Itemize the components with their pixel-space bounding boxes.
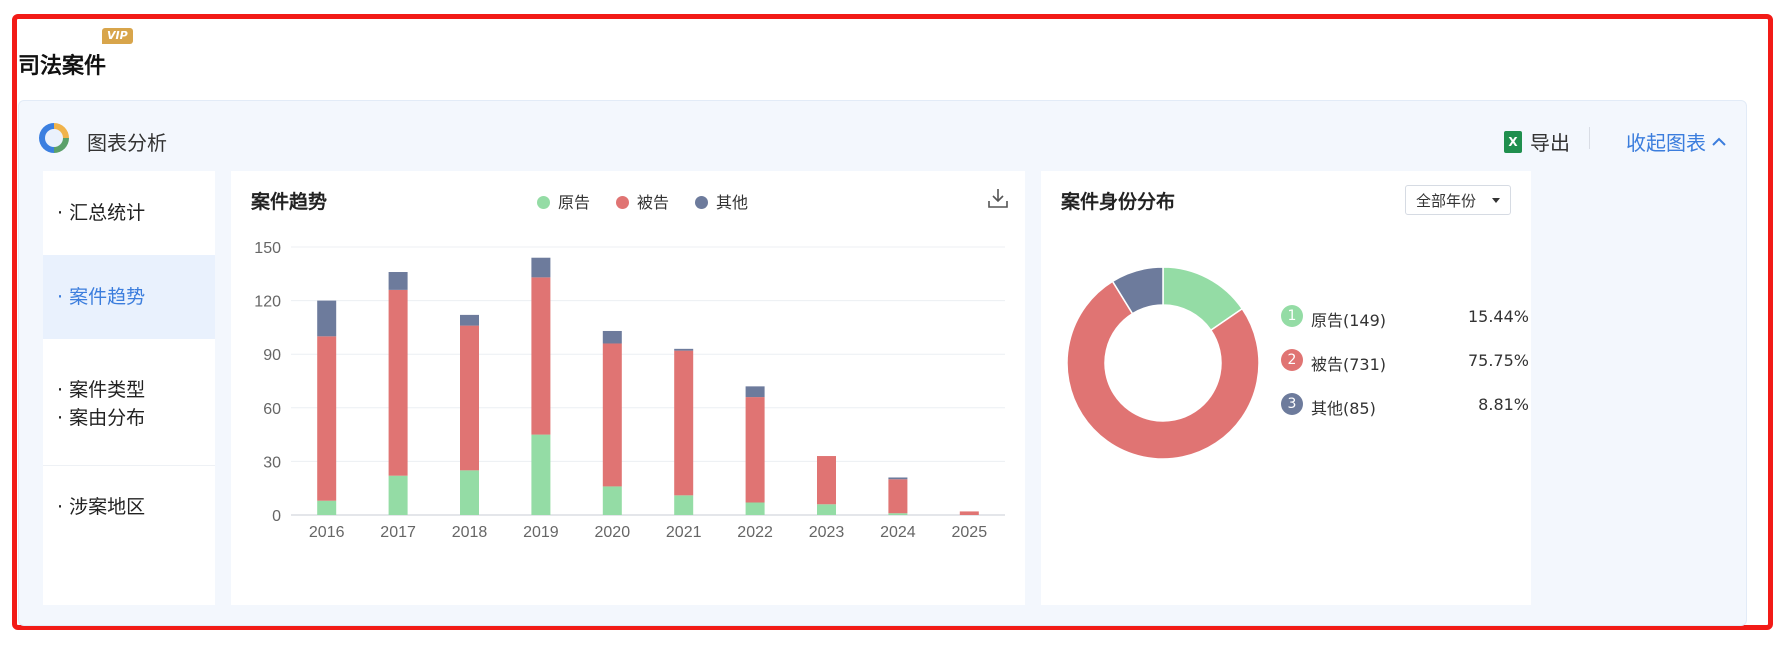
pie-row-percent: 8.81% (1478, 395, 1529, 414)
pie-row-label: 其他(85) (1311, 399, 1376, 418)
identity-chart-title: 案件身份分布 (1061, 191, 1176, 213)
bar-segment (317, 500, 337, 515)
nav-item-cause-distribution[interactable]: · 案由分布 (57, 403, 145, 430)
bar-segment (460, 325, 479, 471)
chart-analysis-panel: 图表分析 X 导出 收起图表 · 汇总统计 · 案件趋势 · 案件类型 · 案由… (18, 100, 1747, 626)
bar-segment (674, 350, 694, 496)
x-tick-label: 2020 (595, 524, 631, 541)
x-tick-label: 2024 (880, 524, 916, 541)
page-title: 司法案件 (18, 54, 107, 79)
bar-segment (460, 314, 479, 326)
bar-segment (388, 289, 408, 476)
identity-chart-card: 案件身份分布 全部年份 1 原告(149) 15.44% 2 被告(731) 7… (1041, 171, 1531, 605)
export-label: 导出 (1530, 131, 1570, 155)
pie-row-percent: 15.44% (1467, 307, 1529, 326)
y-tick-label: 60 (263, 401, 281, 418)
bar-segment (388, 272, 408, 290)
trend-chart-card: 案件趋势 原告 被告 其他 0 30 60 90 120 150 2016 2017 2018 2… (231, 171, 1025, 605)
y-tick-label: 150 (254, 240, 281, 257)
identity-donut-chart (1066, 266, 1260, 460)
y-tick-label: 120 (254, 294, 281, 311)
pie-rank-1-icon: 1 (1281, 305, 1303, 327)
nav-item-type-group: · 案件类型 · 案由分布 (43, 339, 215, 465)
bar-segment (531, 434, 551, 515)
bar-segment (531, 257, 551, 278)
bar-segment (317, 300, 337, 337)
pie-legend-row: 3 其他(85) 8.81% (1281, 393, 1529, 418)
y-tick-label: 90 (263, 347, 281, 364)
bar-segment (817, 504, 836, 515)
bar-segment (602, 330, 622, 344)
bar-segment (674, 495, 694, 515)
bar-segment (531, 277, 551, 435)
header-divider (1589, 127, 1590, 149)
pie-row-percent: 75.75% (1467, 351, 1529, 370)
pie-row-label: 原告(149) (1311, 311, 1387, 330)
x-tick-label: 2018 (452, 524, 488, 541)
bar-segment (460, 470, 479, 515)
x-tick-label: 2017 (380, 524, 416, 541)
nav-item-summary[interactable]: · 汇总统计 (43, 171, 215, 255)
pie-rank-2-icon: 2 (1281, 349, 1303, 371)
bar-segment (888, 513, 908, 515)
bar-segment (959, 511, 979, 515)
pie-legend-row: 2 被告(731) 75.75% (1281, 349, 1529, 374)
bar-segment (317, 336, 337, 501)
y-tick-label: 0 (272, 508, 281, 525)
nav-item-trend[interactable]: · 案件趋势 (43, 255, 215, 339)
pie-rank-3-icon: 3 (1281, 393, 1303, 415)
bar-segment (817, 456, 836, 505)
bar-segment (888, 479, 908, 514)
x-tick-label: 2022 (737, 524, 773, 541)
nav-item-case-type[interactable]: · 案件类型 (57, 375, 145, 402)
y-tick-label: 30 (263, 454, 281, 471)
x-tick-label: 2019 (523, 524, 559, 541)
x-tick-label: 2021 (666, 524, 702, 541)
bar-segment (888, 477, 908, 480)
vip-badge: VIP (102, 28, 133, 44)
chart-nav: · 汇总统计 · 案件趋势 · 案件类型 · 案由分布 · 涉案地区 (43, 171, 215, 605)
pie-legend-row: 1 原告(149) 15.44% (1281, 305, 1529, 330)
bar-segment (745, 502, 765, 515)
bar-segment (388, 475, 408, 515)
caret-down-icon (1492, 198, 1500, 203)
x-tick-label: 2025 (952, 524, 988, 541)
trend-bar-chart: 0 30 60 90 120 150 2016 2017 2018 2019 2020 2021 202… (254, 240, 1005, 541)
year-select[interactable]: 全部年份 (1405, 185, 1511, 215)
chart-analysis-icon (39, 123, 69, 153)
collapse-chart-button[interactable]: 收起图表 (1626, 127, 1726, 156)
export-button[interactable]: X 导出 (1504, 127, 1570, 156)
excel-icon: X (1504, 130, 1522, 153)
bar-segment (674, 348, 694, 351)
pie-row-label: 被告(731) (1311, 355, 1387, 374)
chevron-up-icon (1712, 137, 1726, 146)
collapse-label: 收起图表 (1626, 131, 1706, 155)
bar-segment (602, 486, 622, 515)
x-tick-label: 2016 (309, 524, 345, 541)
bar-segment (602, 343, 622, 487)
nav-item-region[interactable]: · 涉案地区 (43, 465, 215, 549)
bar-segment (745, 397, 765, 503)
bar-segment (745, 386, 765, 398)
year-select-value: 全部年份 (1416, 192, 1477, 210)
x-tick-label: 2023 (809, 524, 845, 541)
panel-title: 图表分析 (87, 131, 167, 155)
